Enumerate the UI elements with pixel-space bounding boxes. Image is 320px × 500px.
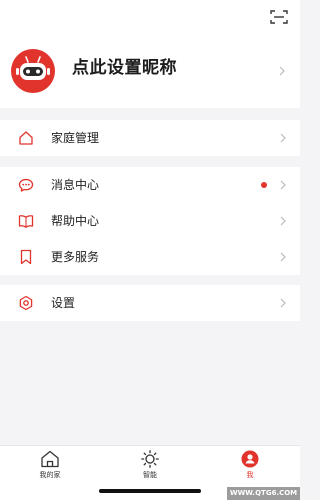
home-indicator [99, 489, 201, 493]
scan-icon[interactable] [270, 10, 288, 24]
home-icon [41, 450, 59, 468]
menu-item-label: 家庭管理 [51, 131, 100, 145]
menu-group-settings: 设置 [0, 285, 300, 321]
menu-item-message-center[interactable]: 消息中心 [0, 167, 300, 203]
chevron-right-icon [280, 298, 286, 308]
chevron-right-icon [280, 252, 286, 262]
tab-label: 我 [246, 471, 254, 479]
menu-item-label: 更多服务 [51, 250, 100, 264]
tab-smart[interactable]: 智能 [120, 450, 180, 486]
menu-item-label: 消息中心 [51, 178, 100, 192]
menu-item-help-center[interactable]: 帮助中心 [0, 203, 300, 239]
menu-item-label: 帮助中心 [51, 214, 100, 228]
chevron-right-icon [280, 180, 286, 190]
chevron-right-icon [280, 216, 286, 226]
menu-group-services: 消息中心 帮助中心 更多服务 [0, 167, 300, 275]
profile-header: 点此设置昵称 [0, 0, 300, 108]
book-icon [18, 215, 34, 228]
tab-me[interactable]: 我 [220, 450, 280, 486]
chevron-right-icon [280, 133, 286, 143]
menu-group-family: 家庭管理 [0, 120, 300, 156]
watermark: WWW.QTG6.COM [227, 487, 300, 500]
menu-item-settings[interactable]: 设置 [0, 285, 300, 321]
menu-item-family-management[interactable]: 家庭管理 [0, 120, 300, 156]
chevron-right-icon[interactable] [279, 66, 285, 76]
tab-label: 我的家 [39, 471, 61, 479]
menu-item-more-services[interactable]: 更多服务 [0, 239, 300, 275]
menu-item-label: 设置 [51, 296, 76, 310]
chat-bubble-icon [18, 178, 34, 192]
tab-my-home[interactable]: 我的家 [20, 450, 80, 486]
nickname-link[interactable]: 点此设置昵称 [72, 57, 177, 79]
bookmark-icon [20, 249, 32, 265]
hexagon-gear-icon [19, 295, 33, 311]
user-icon [241, 450, 259, 468]
tab-label: 智能 [143, 471, 157, 479]
sun-icon [141, 450, 159, 468]
robot-avatar-icon[interactable] [11, 49, 55, 93]
house-icon [19, 131, 33, 145]
unread-dot [261, 182, 267, 188]
